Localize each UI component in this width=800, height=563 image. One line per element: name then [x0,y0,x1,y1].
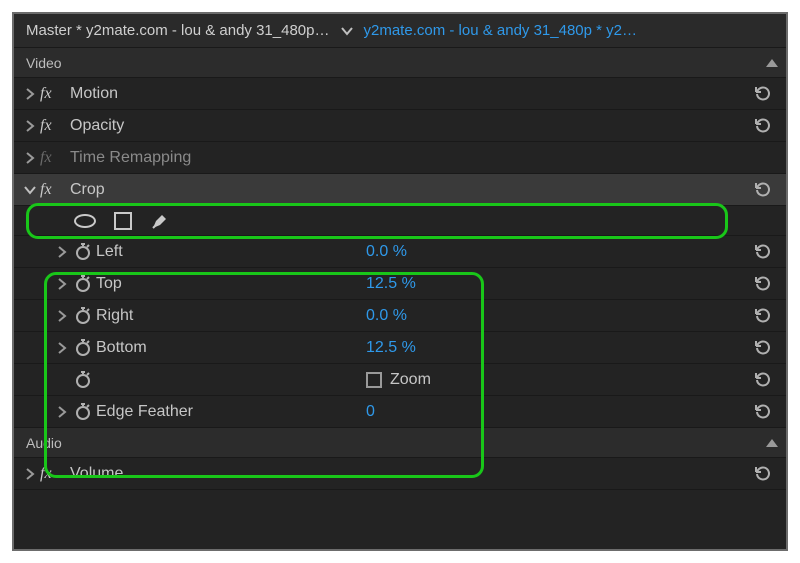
crop-edge-feather-value[interactable]: 0 [366,403,375,421]
stopwatch-icon[interactable] [70,307,96,325]
effect-crop[interactable]: fx Crop [14,174,786,206]
effect-time-remapping[interactable]: fx Time Remapping [14,142,786,174]
tab-active-clip[interactable]: y2mate.com - lou & andy 31_480p * y2… [364,22,638,39]
crop-edge-feather-label: Edge Feather [96,403,366,421]
crop-edge-feather-row: Edge Feather 0 [14,396,786,428]
reset-button[interactable] [748,462,778,486]
reset-button[interactable] [748,336,778,360]
stopwatch-icon[interactable] [70,403,96,421]
reset-button[interactable] [748,304,778,328]
fx-icon: fx [38,465,66,483]
mask-tools [14,206,786,236]
crop-left-label: Left [96,243,366,261]
effect-volume-label: Volume [66,465,123,483]
reset-button[interactable] [748,400,778,424]
crop-top-row: Top 12.5 % [14,268,786,300]
crop-zoom-row: Zoom [14,364,786,396]
chevron-right-icon[interactable] [54,406,70,418]
effect-opacity[interactable]: fx Opacity [14,110,786,142]
section-video[interactable]: Video [14,48,786,78]
tab-bar: Master * y2mate.com - lou & andy 31_480p… [14,14,786,48]
crop-bottom-label: Bottom [96,339,366,357]
reset-button[interactable] [748,114,778,138]
section-video-label: Video [26,55,62,71]
crop-right-value[interactable]: 0.0 % [366,307,407,325]
stopwatch-icon[interactable] [70,275,96,293]
crop-bottom-row: Bottom 12.5 % [14,332,786,364]
reset-button[interactable] [748,178,778,202]
fx-icon: fx [38,181,66,199]
chevron-right-icon[interactable] [54,342,70,354]
effect-motion-label: Motion [66,85,118,103]
effect-volume[interactable]: fx Volume [14,458,786,490]
reset-button[interactable] [748,368,778,392]
stopwatch-icon[interactable] [70,243,96,261]
mask-rectangle-icon[interactable] [114,212,132,230]
chevron-down-icon[interactable] [340,24,354,38]
chevron-right-icon[interactable] [54,310,70,322]
chevron-right-icon[interactable] [54,246,70,258]
effect-controls-panel: Master * y2mate.com - lou & andy 31_480p… [12,12,788,551]
chevron-down-icon[interactable] [22,185,38,195]
section-audio[interactable]: Audio [14,428,786,458]
stopwatch-icon[interactable] [70,371,96,389]
stopwatch-icon[interactable] [70,339,96,357]
chevron-right-icon[interactable] [22,468,38,480]
collapse-icon[interactable] [766,59,778,67]
fx-icon: fx [38,149,66,167]
chevron-right-icon[interactable] [22,88,38,100]
crop-zoom-label: Zoom [390,371,431,389]
reset-button[interactable] [748,240,778,264]
effect-time-remapping-label: Time Remapping [66,149,191,167]
collapse-icon[interactable] [766,439,778,447]
mask-pen-icon[interactable] [150,211,170,231]
section-audio-label: Audio [26,435,62,451]
zoom-checkbox[interactable] [366,372,382,388]
reset-button[interactable] [748,272,778,296]
tab-master[interactable]: Master * y2mate.com - lou & andy 31_480p… [26,22,330,39]
chevron-right-icon[interactable] [54,278,70,290]
effect-opacity-label: Opacity [66,117,124,135]
crop-top-value[interactable]: 12.5 % [366,275,416,293]
crop-top-label: Top [96,275,366,293]
effect-motion[interactable]: fx Motion [14,78,786,110]
fx-icon: fx [38,85,66,103]
chevron-right-icon[interactable] [22,120,38,132]
fx-icon: fx [38,117,66,135]
crop-bottom-value[interactable]: 12.5 % [366,339,416,357]
reset-button[interactable] [748,82,778,106]
chevron-right-icon[interactable] [22,152,38,164]
crop-left-row: Left 0.0 % [14,236,786,268]
effect-crop-label: Crop [66,181,105,199]
crop-right-label: Right [96,307,366,325]
crop-right-row: Right 0.0 % [14,300,786,332]
mask-ellipse-icon[interactable] [74,214,96,228]
crop-left-value[interactable]: 0.0 % [366,243,407,261]
